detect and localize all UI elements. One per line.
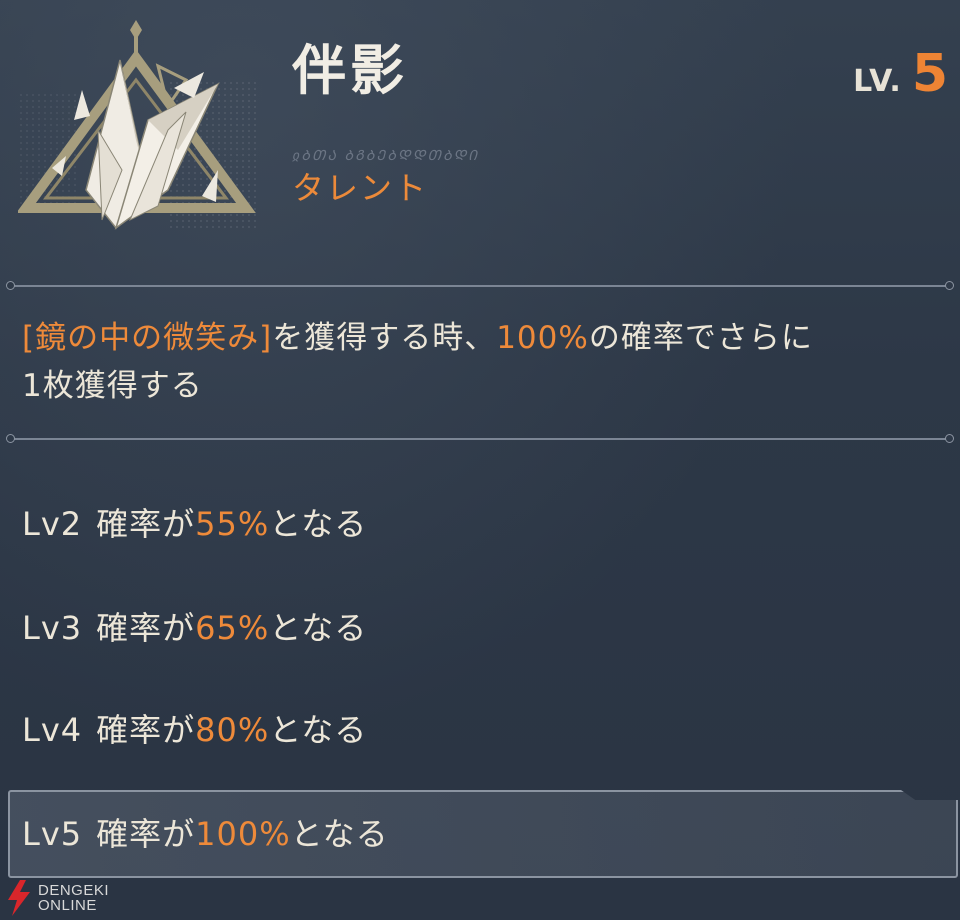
chance-value: 100% [496,320,589,356]
crystal-shard-triangle-icon [18,20,258,230]
description-text-3: 1枚獲得する [22,368,203,404]
talent-description: [鏡の中の微笑み]を獲得する時、100%の確率でさらに 1枚獲得する [22,314,952,410]
level-prefix: 確率が [96,609,196,647]
level-row-3: Lv3 確率が65%となる [22,612,367,644]
level-number: Lv2 [22,505,83,543]
divider-top [6,280,954,292]
watermark-line-2: ONLINE [38,897,97,914]
level-suffix: となる [269,711,368,749]
level-prefix: 確率が [96,711,196,749]
level-percent: 80% [195,711,270,749]
watermark-line-1: DENGEKI [38,882,110,899]
level-prefix: 確率が [96,815,196,853]
level-suffix: となる [269,505,368,543]
level-number: Lv4 [22,711,83,749]
level-percent: 55% [195,505,270,543]
talent-category-label: タレント [292,169,429,207]
talent-title: 伴影 [292,39,408,102]
level-label: LV. [853,64,902,99]
level-row-2: Lv2 確率が55%となる [22,508,367,540]
watermark-text: DENGEKI ONLINE [38,883,109,913]
level-indicator: LV. 5 [853,48,948,100]
item-name: [鏡の中の微笑み] [22,320,273,356]
level-value: 5 [911,44,948,104]
level-prefix: 確率が [96,505,196,543]
description-text-1: を獲得する時、 [272,320,497,356]
level-number: Lv3 [22,609,83,647]
watermark: DENGEKI ONLINE [6,880,109,916]
level-suffix: となる [269,609,368,647]
talent-detail-panel: 伴影 ჲᲑᲗᲐ ᲑᲒᲑᲔᲑᲓᲓᲗᲑᲓᲘ タレント LV. 5 [鏡の中の微笑み]… [0,0,960,920]
level-percent: 100% [195,815,291,853]
description-text-2: の確率でさらに [588,320,813,356]
level-percent: 65% [195,609,270,647]
level-suffix: となる [290,815,389,853]
level-row-4: Lv4 確率が80%となる [22,714,367,746]
lightning-bolt-icon [8,880,30,916]
decorative-script-text: ჲᲑᲗᲐ ᲑᲒᲑᲔᲑᲓᲓᲗᲑᲓᲘ [292,148,479,164]
level-row-5: Lv5 確率が100%となる [22,818,389,850]
level-number: Lv5 [22,815,83,853]
divider-middle [6,433,954,445]
